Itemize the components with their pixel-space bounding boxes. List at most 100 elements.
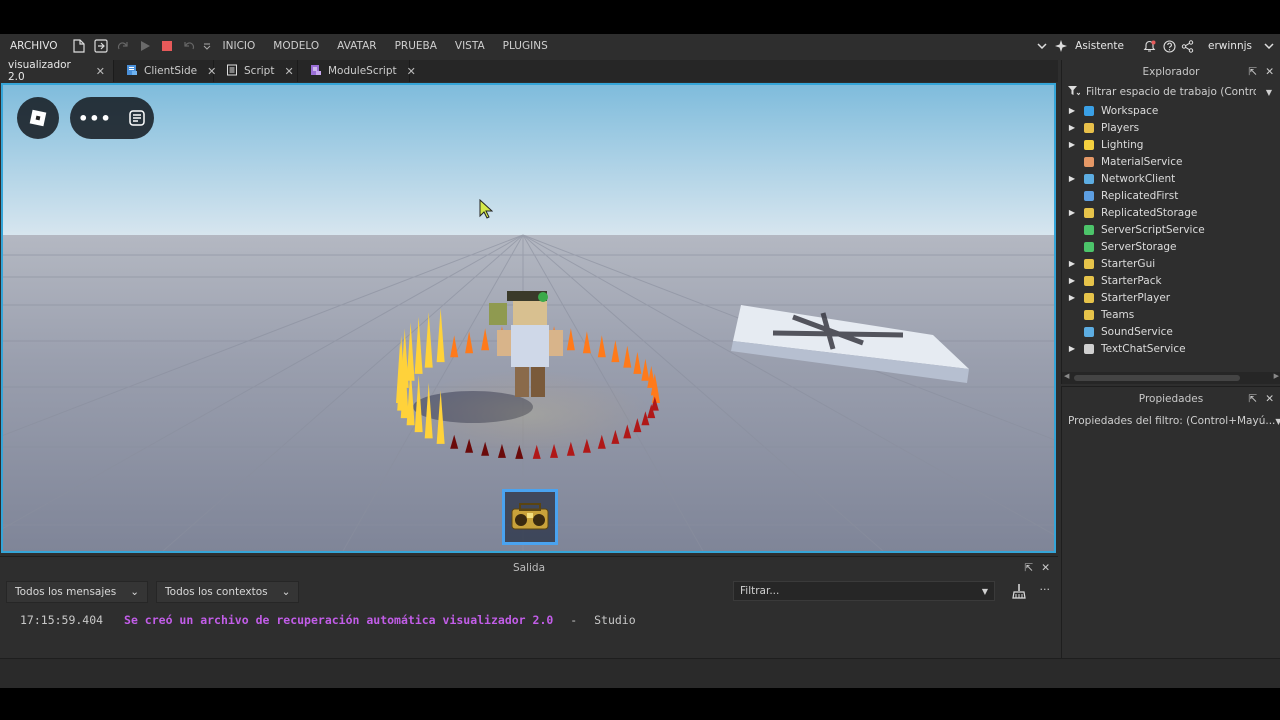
share-icon[interactable] (1178, 34, 1196, 58)
ribbon-collapse-chevron-icon[interactable] (1031, 34, 1053, 58)
lighting-icon (1082, 138, 1095, 151)
undo-icon[interactable] (178, 34, 200, 58)
explorer-item[interactable]: ▶ Lighting (1062, 136, 1280, 153)
explorer-item-label: ServerStorage (1101, 240, 1177, 253)
caret-down-icon[interactable]: ▼ (1266, 88, 1272, 97)
explorer-item[interactable]: MaterialService (1062, 153, 1280, 170)
properties-filter-input[interactable]: Propiedades del filtro: (Control+Mayú...… (1062, 411, 1280, 431)
expand-arrow-icon[interactable]: ▶ (1062, 293, 1082, 302)
undock-icon[interactable]: ⇱ (1024, 557, 1033, 579)
expand-arrow-icon[interactable]: ▶ (1062, 276, 1082, 285)
contexts-filter-dropdown[interactable]: Todos los contextos ⌄ (156, 581, 300, 603)
scroll-left-icon[interactable]: ◀ (1064, 372, 1069, 380)
explorer-item[interactable]: ▶ Players (1062, 119, 1280, 136)
explorer-item[interactable]: ▶ StarterPlayer (1062, 289, 1280, 306)
assistant-sparkle-icon[interactable] (1053, 34, 1069, 58)
scroll-right-icon[interactable]: ▶ (1274, 372, 1279, 380)
explorer-tree: ▶ Workspace ▶ Players ▶ Lighting MaterialServi… (1062, 100, 1280, 357)
replicated-first-icon (1082, 189, 1095, 202)
explorer-item-label: Teams (1101, 308, 1135, 321)
clear-output-broom-icon[interactable] (1011, 583, 1026, 602)
menubar-right: Asistente erwinnjs (1031, 34, 1280, 58)
explorer-item[interactable]: ServerStorage (1062, 238, 1280, 255)
properties-title: Propiedades (1138, 393, 1204, 405)
starter-gui-icon (1082, 257, 1095, 270)
menu-prueba[interactable]: PRUEBA (386, 34, 446, 58)
scrollbar-thumb[interactable] (1074, 375, 1240, 381)
expand-arrow-icon[interactable]: ▶ (1062, 259, 1082, 268)
expand-arrow-icon[interactable]: ▶ (1062, 123, 1082, 132)
explorer-horizontal-scrollbar[interactable]: ◀ ▶ (1062, 372, 1280, 384)
roblox-menu-button[interactable] (17, 97, 59, 139)
messages-filter-dropdown[interactable]: Todos los mensajes ⌄ (6, 581, 149, 603)
letterbox-bottom (0, 688, 1280, 720)
chat-icon[interactable] (128, 109, 146, 127)
3d-viewport[interactable]: ••• (1, 83, 1056, 553)
server-storage-icon (1082, 240, 1095, 253)
undock-icon[interactable]: ⇱ (1248, 60, 1257, 84)
network-client-icon (1082, 172, 1095, 185)
stop-icon[interactable] (156, 34, 178, 58)
expand-arrow-icon[interactable]: ▶ (1062, 140, 1082, 149)
tab-visualizador[interactable]: visualizador 2.0 ✕ (0, 59, 114, 83)
expand-arrow-icon[interactable]: ▶ (1062, 344, 1082, 353)
explorer-item[interactable]: ▶ StarterPack (1062, 272, 1280, 289)
more-options-icon[interactable]: ··· (1040, 583, 1051, 602)
explorer-item[interactable]: SoundService (1062, 323, 1280, 340)
file-menu[interactable]: ARCHIVO (0, 34, 68, 58)
explorer-item[interactable]: ▶ ReplicatedStorage (1062, 204, 1280, 221)
explorer-filter[interactable]: Filtrar espacio de trabajo (Contro... ▼ (1062, 84, 1280, 100)
menu-vista[interactable]: VISTA (446, 34, 494, 58)
assistant-button[interactable]: Asistente (1069, 40, 1130, 52)
viewport-more-menu: ••• (70, 97, 154, 139)
new-file-icon[interactable] (68, 34, 90, 58)
expand-arrow-icon[interactable]: ▶ (1062, 106, 1082, 115)
undock-icon[interactable]: ⇱ (1248, 387, 1257, 411)
hotbar-slot-boombox[interactable] (502, 489, 558, 545)
explorer-item-label: Lighting (1101, 138, 1144, 151)
close-icon[interactable]: ✕ (96, 65, 105, 78)
notifications-icon[interactable] (1138, 34, 1160, 58)
explorer-item[interactable]: ReplicatedFirst (1062, 187, 1280, 204)
username-label[interactable]: erwinnjs (1202, 40, 1258, 52)
close-icon[interactable]: ✕ (407, 65, 416, 78)
caret-down-icon[interactable]: ▼ (1275, 417, 1280, 426)
explorer-item[interactable]: ▶ StarterGui (1062, 255, 1280, 272)
expand-arrow-icon[interactable]: ▶ (1062, 174, 1082, 183)
explorer-item-label: ServerScriptService (1101, 223, 1205, 236)
redo-icon[interactable] (112, 34, 134, 58)
tab-script[interactable]: Script ✕ (214, 60, 298, 82)
account-chevron-icon[interactable] (1258, 34, 1280, 58)
close-icon[interactable]: ✕ (1265, 387, 1274, 411)
menu-inicio[interactable]: INICIO (214, 34, 265, 58)
tab-modulescript[interactable]: ModuleScript ✕ (298, 60, 416, 82)
menu-modelo[interactable]: MODELO (264, 34, 328, 58)
filter-placeholder: Filtrar... (740, 585, 780, 597)
close-icon[interactable]: ✕ (1041, 557, 1050, 579)
output-filter-input[interactable]: Filtrar... ▼ (733, 581, 995, 601)
explorer-item[interactable]: ServerScriptService (1062, 221, 1280, 238)
expand-arrow-icon[interactable]: ▶ (1062, 208, 1082, 217)
quick-access-dropdown-icon[interactable] (200, 34, 214, 58)
explorer-item-label: TextChatService (1101, 342, 1186, 355)
explorer-item[interactable]: ▶ NetworkClient (1062, 170, 1280, 187)
tab-clientside[interactable]: ClientSide ✕ (114, 60, 216, 82)
help-icon[interactable] (1160, 34, 1178, 58)
tab-label: ClientSide (144, 65, 198, 77)
roblox-logo-icon (29, 109, 47, 127)
caret-down-icon[interactable]: ▼ (982, 587, 988, 596)
filter-funnel-icon[interactable] (1068, 85, 1081, 99)
publish-icon[interactable] (90, 34, 112, 58)
play-icon[interactable] (134, 34, 156, 58)
explorer-item-label: StarterPlayer (1101, 291, 1171, 304)
menu-avatar[interactable]: AVATAR (328, 34, 385, 58)
close-icon[interactable]: ✕ (284, 65, 293, 78)
explorer-item[interactable]: Teams (1062, 306, 1280, 323)
more-options-icon[interactable]: ••• (78, 109, 112, 128)
explorer-item[interactable]: ▶ Workspace (1062, 102, 1280, 119)
dropdown-value: Todos los contextos (165, 586, 268, 598)
close-icon[interactable]: ✕ (1265, 60, 1274, 84)
explorer-item[interactable]: ▶ TextChatService (1062, 340, 1280, 357)
menu-plugins[interactable]: PLUGINS (494, 34, 557, 58)
properties-filter-text: Propiedades del filtro: (Control+Mayú... (1068, 415, 1276, 427)
